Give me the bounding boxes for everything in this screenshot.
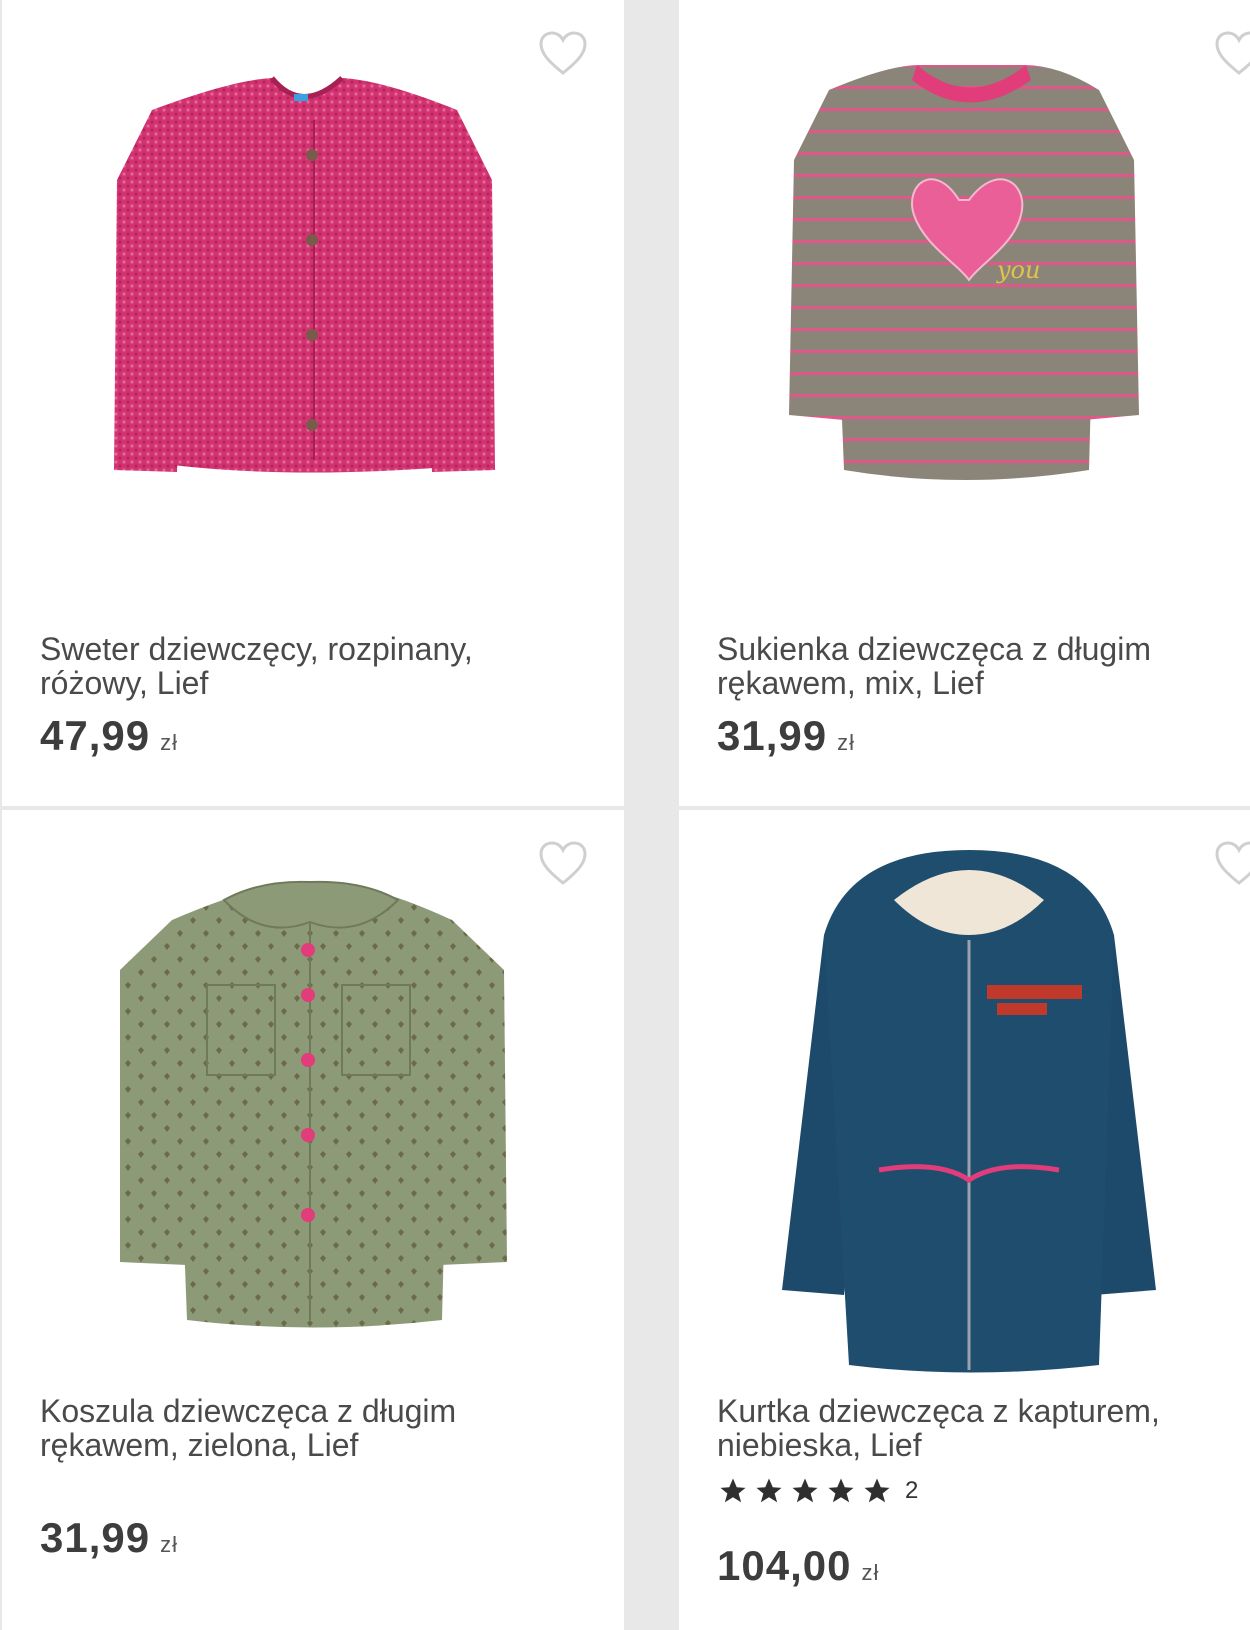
rating-count: 2	[905, 1477, 919, 1504]
rating: 2	[717, 1476, 918, 1506]
product-price: 31,99 zł	[40, 1514, 178, 1561]
product-price: 31,99 zł	[717, 712, 855, 759]
product-title[interactable]: Kurtka dziewczęca z kapturem, niebieska,…	[717, 1394, 1237, 1462]
product-title[interactable]: Sukienka dziewczęca z długim rękawem, mi…	[717, 632, 1237, 700]
product-price: 104,00 zł	[717, 1542, 880, 1589]
product-card[interactable]: Koszula dziewczęca z długim rękawem, zie…	[2, 810, 624, 1630]
product-image-navy-parka[interactable]	[679, 850, 1250, 1410]
star-icon	[864, 1478, 890, 1503]
product-price: 47,99 zł	[40, 712, 178, 759]
product-grid: Sweter dziewczęcy, rozpinany, różowy, Li…	[0, 0, 1250, 1630]
star-icon	[756, 1478, 782, 1503]
star-icon	[792, 1478, 818, 1503]
product-image-green-shirt[interactable]	[2, 860, 624, 1420]
product-card[interactable]: Sweter dziewczęcy, rozpinany, różowy, Li…	[2, 0, 624, 806]
product-card[interactable]: you Sukienka dziewczęca z długim rękawem…	[679, 0, 1250, 806]
star-icon	[828, 1478, 854, 1503]
product-image-pink-cardigan[interactable]	[2, 60, 624, 620]
product-card[interactable]: Kurtka dziewczęca z kapturem, niebieska,…	[679, 810, 1250, 1630]
svg-text:you: you	[996, 256, 1040, 284]
product-image-striped-dress[interactable]: you	[679, 50, 1250, 610]
star-icon	[720, 1478, 746, 1503]
product-title[interactable]: Sweter dziewczęcy, rozpinany, różowy, Li…	[40, 632, 560, 700]
product-title[interactable]: Koszula dziewczęca z długim rękawem, zie…	[40, 1394, 560, 1462]
